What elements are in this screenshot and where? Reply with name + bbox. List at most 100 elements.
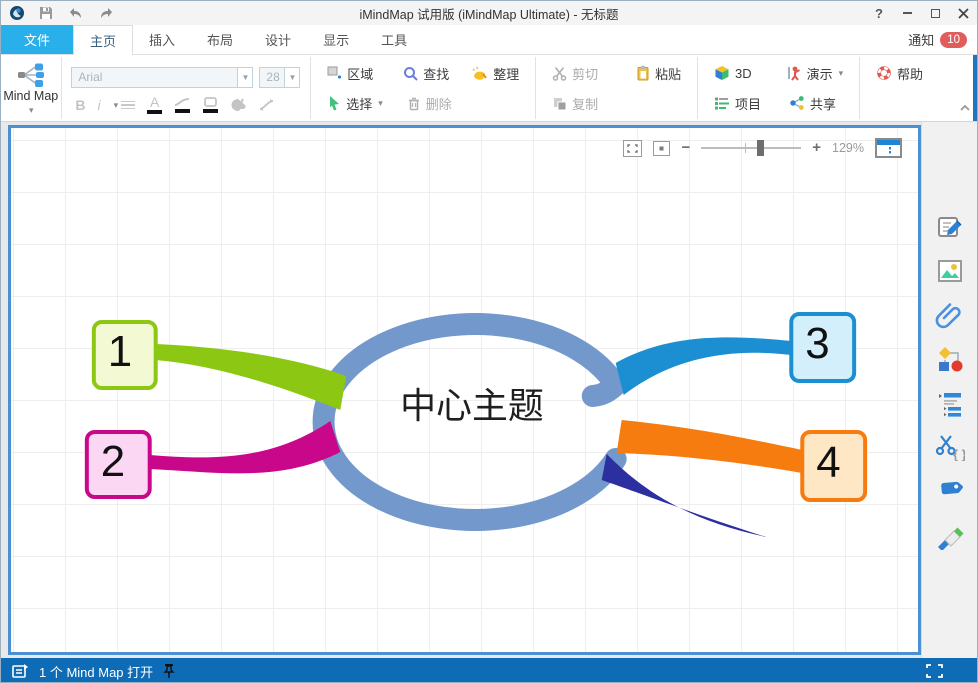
help-label: 帮助 [897,64,923,83]
font-family-combo[interactable]: Arial [71,67,238,88]
cut-label: 剪切 [572,64,598,83]
tab-design[interactable]: 设计 [249,25,307,54]
mindmap-caret-icon: ▾ [29,105,34,116]
cut-button[interactable]: 剪切 [546,61,604,86]
italic-button[interactable]: i [98,99,101,111]
branch-color-button[interactable] [174,97,190,113]
branch-5[interactable] [602,454,767,537]
tab-file[interactable]: 文件 [1,25,73,54]
attachment-icon[interactable] [932,298,968,331]
font-size-combo[interactable]: 28 [259,67,285,88]
area-icon [327,66,342,81]
font-group: Arial ▼ 28 ▼ B i ▾ A [61,55,310,121]
snippet-icon[interactable]: { } [932,430,968,463]
status-text: 1 个 Mind Map 打开 [39,662,153,681]
present-button[interactable]: 演示 ▾ [780,61,850,86]
workspace: 中心主题 1 2 3 4 [1,122,921,658]
project-button[interactable]: 项目 [708,91,767,116]
alignment-caret-icon: ▾ [114,99,119,111]
font-size-dropdown[interactable]: ▼ [285,67,300,88]
zoom-out-icon[interactable]: − [681,143,690,153]
panel-toggle-icon[interactable] [875,138,902,158]
undo-icon[interactable] [67,6,84,20]
zoom-percentage: 129% [832,141,864,155]
3d-cube-icon [714,65,730,81]
branch-4[interactable] [617,420,803,473]
tidy-label: 整理 [493,64,519,83]
bold-button[interactable]: B [75,99,85,111]
tab-home[interactable]: 主页 [73,25,133,55]
mindmap-icon [17,63,44,87]
minimize-button[interactable] [893,2,921,24]
redo-icon[interactable] [98,6,115,20]
format-painter-icon[interactable] [932,518,968,551]
branch-1[interactable] [156,344,347,410]
share-label: 共享 [810,94,836,113]
notes-icon[interactable] [932,210,968,243]
paste-button[interactable]: 粘贴 [630,61,687,86]
right-sidebar: { } [921,122,977,658]
share-button[interactable]: 共享 [783,91,842,116]
pin-icon[interactable] [163,663,175,679]
maximize-button[interactable] [921,2,949,24]
central-topic-label[interactable]: 中心主题 [400,385,544,426]
copy-button[interactable]: 复制 [546,91,604,116]
tab-view[interactable]: 显示 [307,25,365,54]
copy-icon [552,96,567,111]
branch-box-4-label: 4 [816,438,840,487]
branch-box-1-label: 1 [108,327,132,376]
tidy-button[interactable]: 整理 [465,61,525,86]
zoom-slider[interactable] [701,147,801,149]
project-icon [714,96,730,110]
cut-icon [552,66,567,81]
tab-tools[interactable]: 工具 [365,25,423,54]
3d-button[interactable]: 3D [708,62,758,84]
maps-open-icon [11,663,29,679]
find-label: 查找 [423,64,449,83]
box-color-button[interactable] [202,97,218,113]
ribbon-edge-accent [973,55,977,121]
close-button[interactable] [949,2,977,24]
tab-layout[interactable]: 布局 [191,25,249,54]
tab-insert[interactable]: 插入 [133,25,191,54]
title-bar: iMindMap 试用版 (iMindMap Ultimate) - 无标题 ? [1,1,977,25]
notification-count-badge[interactable]: 10 [940,32,967,48]
center-view-icon[interactable] [653,141,670,156]
branch-box-3-label: 3 [805,319,829,368]
find-button[interactable]: 查找 [397,61,455,86]
outline-icon[interactable] [932,386,968,419]
present-caret-icon: ▾ [839,68,844,79]
tag-icon[interactable] [932,474,968,507]
help-window-button[interactable]: ? [865,2,893,24]
area-label: 区域 [347,64,373,83]
select-button[interactable]: 选择 ▾ [321,91,389,116]
curve-style-icon[interactable] [258,98,275,112]
svg-text:{ }: { } [953,447,965,461]
image-icon[interactable] [932,254,968,287]
app-window: iMindMap 试用版 (iMindMap Ultimate) - 无标题 ?… [0,0,978,683]
shapes-icon[interactable] [932,342,968,375]
save-icon[interactable] [39,6,53,20]
palette-icon[interactable] [230,98,246,112]
collapse-ribbon-icon[interactable] [959,103,971,115]
zoom-in-icon[interactable]: + [812,143,821,153]
zoom-slider-handle[interactable] [757,140,764,156]
font-color-button[interactable]: A [147,96,162,114]
branch-2[interactable] [150,421,341,473]
fit-to-screen-icon[interactable] [623,140,642,157]
area-button[interactable]: 区域 [321,61,379,86]
branch-3[interactable] [616,337,792,395]
alignment-button[interactable]: ▾ [113,99,136,111]
mindmap-svg: 中心主题 1 2 3 4 [11,128,918,652]
3d-label: 3D [735,66,752,81]
mindmap-canvas[interactable]: 中心主题 1 2 3 4 [8,125,921,655]
delete-icon [407,96,421,111]
font-family-dropdown[interactable]: ▼ [238,67,253,88]
fullscreen-icon[interactable] [926,664,943,678]
notifications-label[interactable]: 通知 [908,30,934,49]
clipboard-group: 剪切 粘贴 复制 [536,55,697,121]
help-button[interactable]: 帮助 [870,61,929,86]
delete-button[interactable]: 删除 [401,91,458,116]
menu-tab-bar: 文件 主页 插入 布局 设计 显示 工具 通知 10 [1,25,977,55]
mindmap-button[interactable]: Mind Map ▾ [1,55,61,121]
